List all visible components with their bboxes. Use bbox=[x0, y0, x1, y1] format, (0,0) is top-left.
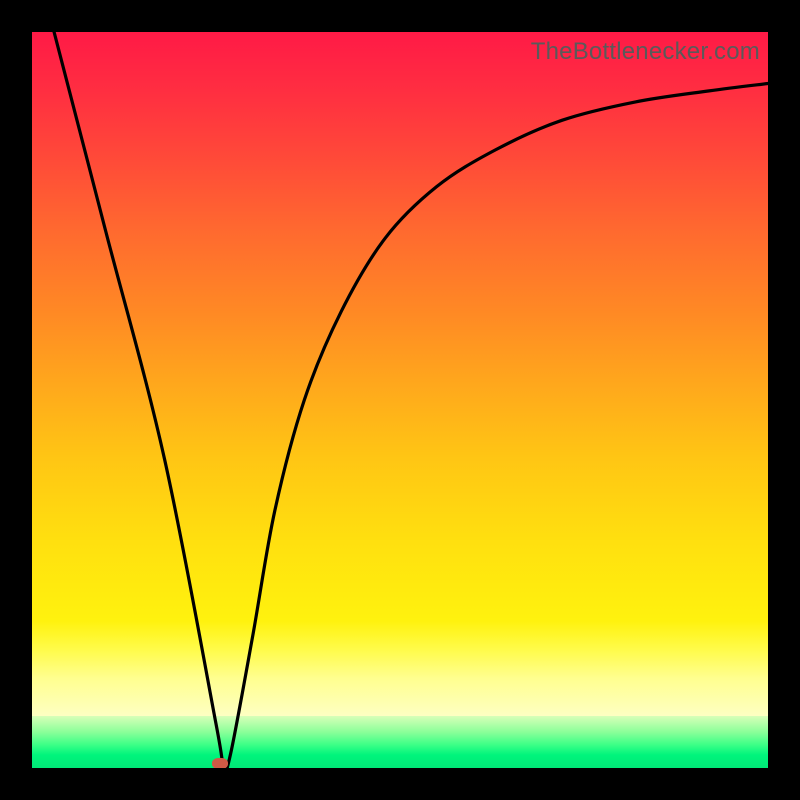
bottleneck-curve bbox=[32, 32, 768, 768]
minimum-marker bbox=[212, 758, 228, 768]
curve-path bbox=[54, 32, 768, 768]
chart-outer: TheBottlenecker.com bbox=[0, 0, 800, 800]
plot-area: TheBottlenecker.com bbox=[32, 32, 768, 768]
watermark-label: TheBottlenecker.com bbox=[531, 38, 760, 66]
